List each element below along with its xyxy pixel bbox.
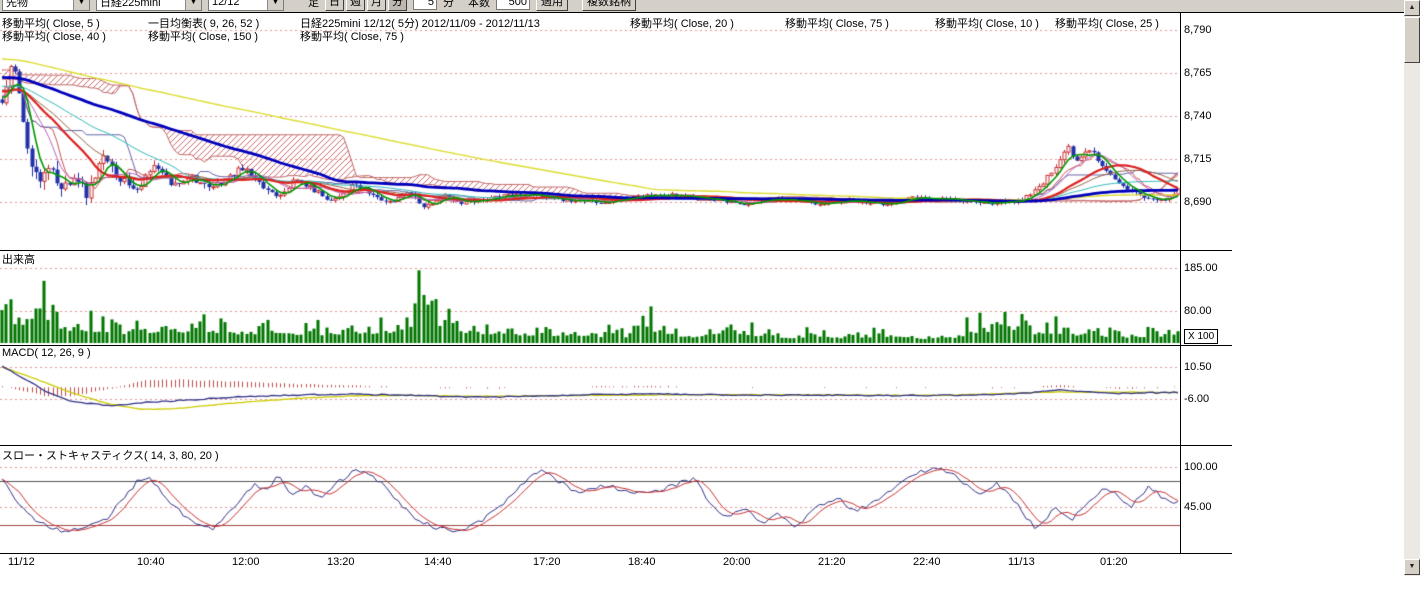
period-button-週[interactable]: 週	[346, 0, 365, 11]
scroll-up-icon[interactable]: ▲	[1404, 0, 1420, 16]
chevron-down-icon[interactable]: ▼	[73, 0, 89, 10]
legend-item: 移動平均( Close, 40 )	[2, 28, 106, 44]
bar-count-label: 本数	[468, 0, 490, 10]
price-axis-line	[1180, 13, 1181, 553]
time-axis-label: 01:20	[1100, 556, 1128, 568]
y-axis-label: 45.00	[1184, 501, 1230, 513]
y-axis-label: 100.00	[1184, 461, 1230, 473]
chart-canvas[interactable]	[0, 13, 1180, 553]
time-axis-label: 17:20	[533, 556, 561, 568]
panel-separator	[0, 250, 1232, 251]
scrollbar-thumb[interactable]	[1404, 17, 1420, 63]
apply-button[interactable]: 適用	[536, 0, 568, 11]
volume-panel-title: 出来高	[2, 251, 35, 267]
legend-item: 移動平均( Close, 20 )	[630, 15, 734, 31]
instrument-type-value: 先物	[6, 0, 28, 10]
time-axis-label: 11/13	[1008, 556, 1035, 568]
chart-window: 先物 ▼ 日経225mini ▼ 12/12 ▼ 足 日週月分 分 本数 適用 …	[0, 0, 1420, 602]
stoch-panel-title: スロー・ストキャスティクス( 14, 3, 80, 20 )	[2, 447, 219, 463]
legend-item: 移動平均( Close, 75 )	[785, 15, 889, 31]
instrument-select[interactable]: 日経225mini ▼	[96, 0, 202, 11]
time-axis-label: 22:40	[913, 556, 941, 568]
period-button-group: 日週月分	[325, 0, 407, 11]
instrument-value: 日経225mini	[100, 0, 161, 10]
period-button-日[interactable]: 日	[325, 0, 344, 11]
y-axis-label: 10.50	[1184, 361, 1230, 373]
time-axis-label: 14:40	[424, 556, 452, 568]
y-axis-label: 185.00	[1184, 262, 1230, 274]
toolbar: 先物 ▼ 日経225mini ▼ 12/12 ▼ 足 日週月分 分 本数 適用 …	[0, 0, 1404, 13]
time-axis-label: 11/12	[8, 556, 35, 568]
panel-separator	[0, 553, 1232, 554]
y-axis-label: 8,790	[1184, 24, 1230, 36]
legend-item: 移動平均( Close, 10 )	[935, 15, 1039, 31]
interval-unit-label: 分	[443, 0, 454, 10]
contract-month-value: 12/12	[212, 0, 240, 8]
y-axis-label: 8,715	[1184, 153, 1230, 165]
y-axis-label: 8,765	[1184, 67, 1230, 79]
bar-count-input[interactable]	[496, 0, 530, 10]
time-axis-label: 13:20	[327, 556, 355, 568]
y-axis-label: -6.00	[1184, 393, 1230, 405]
period-button-分[interactable]: 分	[388, 0, 407, 11]
time-axis-label: 18:40	[628, 556, 656, 568]
scroll-down-icon[interactable]: ▼	[1404, 559, 1420, 575]
chevron-down-icon[interactable]: ▼	[185, 0, 201, 10]
chevron-down-icon[interactable]: ▼	[267, 0, 283, 10]
y-axis-label: 8,690	[1184, 196, 1230, 208]
y-axis-label: 8,740	[1184, 110, 1230, 122]
time-axis-label: 20:00	[723, 556, 751, 568]
interval-input[interactable]	[413, 0, 437, 10]
bar-type-label: 足	[308, 0, 319, 10]
volume-multiplier-badge: X 100	[1184, 329, 1218, 344]
instrument-type-select[interactable]: 先物 ▼	[2, 0, 90, 11]
period-button-月[interactable]: 月	[367, 0, 386, 11]
legend-item: 移動平均( Close, 75 )	[300, 28, 404, 44]
y-axis-label: 80.00	[1184, 305, 1230, 317]
toolbar-row: 先物 ▼ 日経225mini ▼ 12/12 ▼ 足 日週月分 分 本数 適用 …	[0, 0, 1404, 12]
panel-separator	[0, 445, 1232, 446]
vertical-scrollbar[interactable]: ▲ ▼	[1404, 0, 1420, 576]
multi-symbol-button[interactable]: 複数銘柄	[582, 0, 636, 11]
legend-item: 移動平均( Close, 150 )	[148, 28, 258, 44]
legend-item: 移動平均( Close, 25 )	[1055, 15, 1159, 31]
time-axis-label: 10:40	[137, 556, 165, 568]
macd-panel-title: MACD( 12, 26, 9 )	[2, 347, 91, 359]
time-axis-label: 21:20	[818, 556, 846, 568]
panel-separator	[0, 345, 1232, 346]
contract-month-select[interactable]: 12/12 ▼	[208, 0, 284, 11]
time-axis-label: 12:00	[232, 556, 260, 568]
